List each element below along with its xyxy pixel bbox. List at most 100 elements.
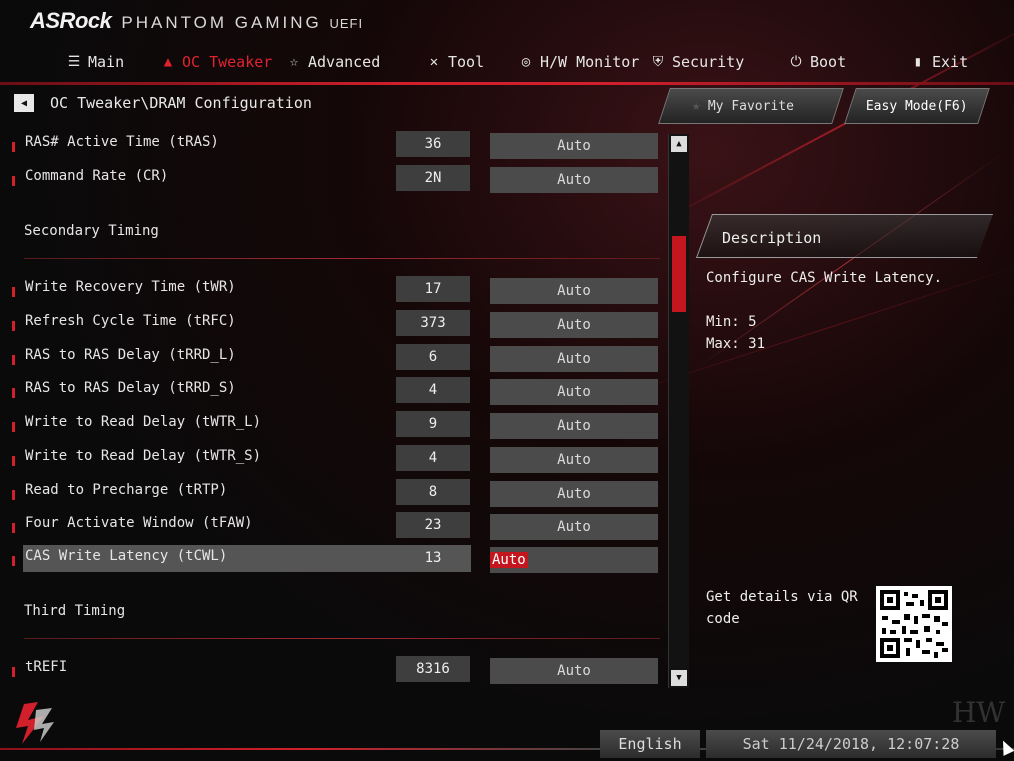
setting-option[interactable]: Auto (490, 133, 658, 159)
setting-option[interactable]: Auto (490, 379, 658, 405)
setting-label: Write Recovery Time (tWR) (25, 279, 236, 295)
qr-code-icon (876, 586, 952, 662)
setting-option[interactable]: Auto (490, 167, 658, 193)
star-icon: ☆ (289, 54, 299, 70)
tab-main-label: Main (88, 53, 125, 71)
setting-row-cr[interactable]: Command Rate (CR) 2N Auto (0, 165, 664, 193)
setting-current-value: 23 (396, 512, 470, 538)
tab-security[interactable]: ⛨ Security (650, 50, 745, 74)
setting-row-twr[interactable]: Write Recovery Time (tWR) 17 Auto (0, 276, 664, 304)
setting-label: Four Activate Window (tFAW) (25, 515, 253, 531)
tab-hw-monitor[interactable]: ◎ H/W Monitor (518, 50, 640, 74)
setting-current-value: 4 (396, 377, 470, 403)
setting-current-value: 2N (396, 165, 470, 191)
setting-row-twtr-l[interactable]: Write to Read Delay (tWTR_L) 9 Auto (0, 411, 664, 439)
tab-boot[interactable]: ⏻ Boot (788, 50, 846, 74)
selected-option-text: Auto (490, 552, 528, 568)
section-divider (24, 638, 660, 639)
row-marker (12, 456, 15, 466)
setting-option-selected[interactable]: Auto (490, 547, 658, 573)
row-marker (12, 490, 15, 500)
section-header-third: Third Timing (24, 603, 126, 619)
row-marker (12, 422, 15, 432)
tab-oc-tweaker-label: OC Tweaker (182, 53, 273, 71)
setting-row-tcwl-selected[interactable]: CAS Write Latency (tCWL) 13 Auto (0, 545, 664, 573)
tab-exit[interactable]: ▮ Exit (910, 50, 968, 74)
setting-row-twtr-s[interactable]: Write to Read Delay (tWTR_S) 4 Auto (0, 445, 664, 473)
tools-icon: ✕ (429, 54, 439, 70)
setting-label: Write to Read Delay (tWTR_S) (25, 448, 262, 464)
description-text: Configure CAS Write Latency. (706, 270, 943, 286)
setting-row-tras[interactable]: RAS# Active Time (tRAS) 36 Auto (0, 131, 664, 159)
setting-label: tREFI (25, 659, 68, 675)
tab-oc-tweaker[interactable]: ▲ OC Tweaker (160, 50, 273, 74)
setting-row-trfc[interactable]: Refresh Cycle Time (tRFC) 373 Auto (0, 310, 664, 338)
header-divider (0, 82, 1014, 85)
tab-tool-label: Tool (448, 53, 485, 71)
row-marker (12, 523, 15, 533)
qr-caption: Get details via QR code (706, 589, 858, 627)
setting-current-value: 373 (396, 310, 470, 336)
monitor-icon: ◎ (521, 54, 531, 70)
setting-current-value: 8316 (396, 656, 470, 682)
language-selector[interactable]: English (600, 730, 700, 758)
phantom-gaming-logo-icon (14, 700, 58, 750)
setting-current-value: 13 (424, 550, 442, 566)
setting-option[interactable]: Auto (490, 658, 658, 684)
scroll-down-icon[interactable]: ▼ (671, 670, 687, 686)
setting-option[interactable]: Auto (490, 278, 658, 304)
setting-label: Write to Read Delay (tWTR_L) (25, 414, 262, 430)
setting-row-trefi[interactable]: tREFI 8316 Auto (0, 656, 664, 684)
setting-option[interactable]: Auto (490, 514, 658, 540)
brand-subtitle: PHANTOM GAMING UEFI (121, 13, 363, 33)
favorite-star-icon: ★ (692, 98, 701, 114)
setting-option[interactable]: Auto (490, 481, 658, 507)
setting-current-value: 8 (396, 479, 470, 505)
easy-mode-button[interactable]: Easy Mode(F6) (844, 88, 990, 124)
power-icon: ⏻ (790, 54, 802, 70)
back-arrow-icon[interactable]: ◀ (14, 94, 34, 112)
tab-main[interactable]: ☰ Main (66, 50, 124, 74)
setting-option[interactable]: Auto (490, 312, 658, 338)
exit-icon: ▮ (913, 54, 923, 70)
tab-security-label: Security (672, 53, 745, 71)
setting-row-tfaw[interactable]: Four Activate Window (tFAW) 23 Auto (0, 512, 664, 540)
description-max: Max: 31 (706, 336, 766, 352)
flame-icon: ▲ (163, 54, 173, 70)
scroll-thumb[interactable] (672, 236, 686, 312)
tab-advanced-label: Advanced (308, 53, 381, 71)
tab-exit-label: Exit (932, 53, 969, 71)
scroll-up-icon[interactable]: ▲ (671, 136, 687, 152)
setting-label: Command Rate (CR) (25, 168, 169, 184)
mouse-cursor-icon (997, 738, 1014, 756)
setting-option[interactable]: Auto (490, 346, 658, 372)
setting-row-trrd-s[interactable]: RAS to RAS Delay (tRRD_S) 4 Auto (0, 377, 664, 405)
row-marker (12, 355, 15, 365)
tab-boot-label: Boot (810, 53, 847, 71)
breadcrumb: ◀ OC Tweaker\DRAM Configuration (14, 94, 312, 112)
setting-option[interactable]: Auto (490, 447, 658, 473)
list-icon: ☰ (67, 54, 81, 70)
easy-mode-label: Easy Mode(F6) (866, 98, 968, 114)
setting-current-value: 17 (396, 276, 470, 302)
setting-label: Read to Precharge (tRTP) (25, 482, 228, 498)
shield-icon: ⛨ (652, 54, 664, 70)
setting-option[interactable]: Auto (490, 413, 658, 439)
brand-uefi: UEFI (329, 16, 364, 31)
section-header-secondary: Secondary Timing (24, 223, 159, 239)
tab-tool[interactable]: ✕ Tool (426, 50, 484, 74)
setting-current-value: 4 (396, 445, 470, 471)
my-favorite-button[interactable]: My Favorite (658, 88, 844, 124)
row-marker (12, 556, 15, 566)
tab-advanced[interactable]: ☆ Advanced (286, 50, 380, 74)
setting-current-value: 9 (396, 411, 470, 437)
row-marker (12, 321, 15, 331)
row-marker (12, 176, 15, 186)
setting-row-trrd-l[interactable]: RAS to RAS Delay (tRRD_L) 6 Auto (0, 344, 664, 372)
setting-current-value: 6 (396, 344, 470, 370)
main-tabs: ☰ Main ▲ OC Tweaker ☆ Advanced ✕ Tool ◎ … (0, 44, 1014, 80)
my-favorite-label: My Favorite (707, 98, 795, 114)
setting-row-trtp[interactable]: Read to Precharge (tRTP) 8 Auto (0, 479, 664, 507)
breadcrumb-path: OC Tweaker\DRAM Configuration (50, 94, 312, 112)
settings-scrollbar[interactable]: ▲ ▼ (668, 134, 689, 688)
